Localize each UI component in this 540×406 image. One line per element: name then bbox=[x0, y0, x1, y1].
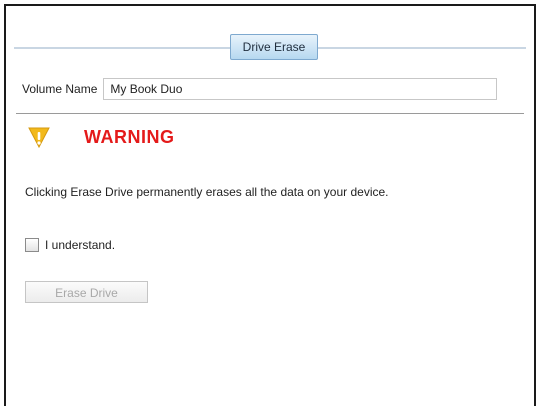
understand-checkbox[interactable] bbox=[25, 238, 39, 252]
volume-name-row: Volume Name bbox=[22, 78, 498, 100]
tab-drive-erase[interactable]: Drive Erase bbox=[229, 34, 319, 60]
warning-icon bbox=[26, 124, 52, 150]
understand-label[interactable]: I understand. bbox=[45, 238, 115, 252]
app-frame: Drive Erase Volume Name WARNING Clicking… bbox=[4, 4, 536, 406]
warning-message: Clicking Erase Drive permanently erases … bbox=[25, 185, 389, 199]
erase-drive-button[interactable]: Erase Drive bbox=[25, 281, 148, 303]
warning-row: WARNING bbox=[26, 124, 175, 150]
volume-name-input[interactable] bbox=[103, 78, 498, 100]
understand-row[interactable]: I understand. bbox=[25, 238, 115, 252]
tab-container: Drive Erase bbox=[6, 34, 534, 60]
section-divider bbox=[16, 113, 524, 114]
volume-name-label: Volume Name bbox=[22, 82, 98, 96]
warning-title: WARNING bbox=[84, 126, 175, 147]
